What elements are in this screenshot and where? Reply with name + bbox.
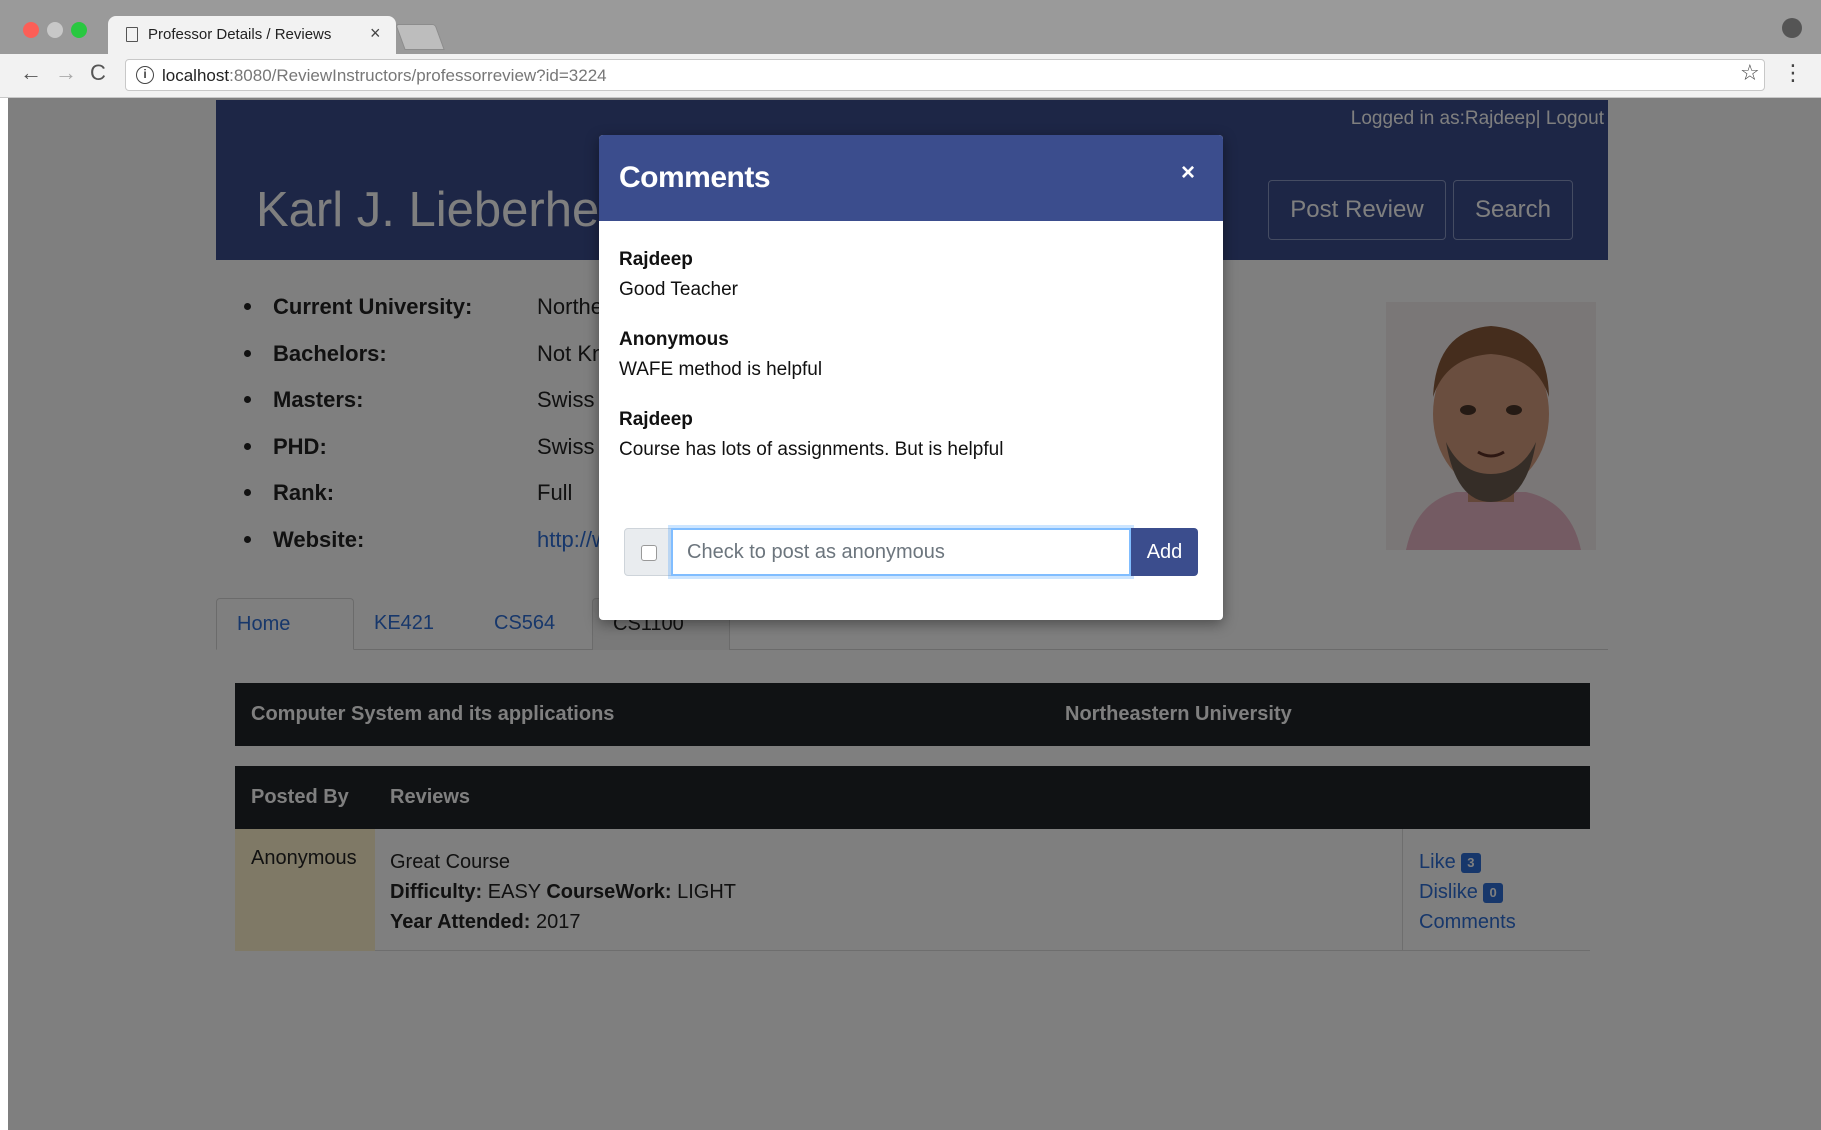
page-icon (126, 27, 138, 42)
browser-titlebar: Professor Details / Reviews × (0, 0, 1821, 54)
profile-icon[interactable] (1782, 18, 1802, 38)
bookmark-star-icon[interactable]: ☆ (1740, 60, 1760, 86)
add-comment-button[interactable]: Add (1131, 528, 1198, 576)
anonymous-checkbox[interactable] (641, 545, 657, 561)
comment-list: Rajdeep Good Teacher Anonymous WAFE meth… (619, 245, 1003, 485)
comment-text: Course has lots of assignments. But is h… (619, 439, 1004, 460)
comment-item: Rajdeep Course has lots of assignments. … (619, 405, 1003, 485)
url-host: localhost (162, 66, 230, 85)
close-window-button[interactable] (23, 22, 39, 38)
modal-title: Comments (619, 161, 771, 194)
forward-icon[interactable]: → (55, 60, 77, 86)
anonymous-checkbox-wrapper (624, 528, 672, 576)
back-icon[interactable]: ← (20, 60, 42, 86)
tab-close-icon[interactable]: × (370, 23, 381, 44)
comment-item: Anonymous WAFE method is helpful (619, 325, 1003, 405)
comment-text: WAFE method is helpful (619, 359, 823, 380)
reload-icon[interactable]: C (90, 60, 106, 86)
add-comment-row: Add (624, 528, 1198, 576)
comment-input[interactable] (671, 528, 1131, 576)
browser-chrome: Professor Details / Reviews × ← → C i lo… (0, 0, 1821, 98)
browser-toolbar: ← → C i localhost:8080/ReviewInstructors… (0, 54, 1821, 98)
modal-header: Comments × (599, 135, 1223, 221)
maximize-window-button[interactable] (71, 22, 87, 38)
comment-author: Anonymous (619, 329, 729, 350)
address-bar[interactable]: i localhost:8080/ReviewInstructors/profe… (125, 59, 1765, 91)
comments-modal: Comments × Rajdeep Good Teacher Anonymou… (599, 135, 1223, 620)
url-path: :8080/ReviewInstructors/professorreview?… (229, 66, 607, 85)
tab-title: Professor Details / Reviews (148, 26, 332, 43)
minimize-window-button[interactable] (47, 22, 63, 38)
info-icon[interactable]: i (136, 66, 154, 84)
comment-author: Rajdeep (619, 249, 693, 270)
comment-author: Rajdeep (619, 409, 693, 430)
comment-text: Good Teacher (619, 279, 739, 300)
browser-tab[interactable]: Professor Details / Reviews × (108, 16, 396, 54)
close-icon[interactable]: × (1181, 159, 1195, 187)
comment-item: Rajdeep Good Teacher (619, 245, 1003, 325)
url-text[interactable]: localhost:8080/ReviewInstructors/profess… (162, 66, 607, 86)
browser-menu-icon[interactable]: ⋮ (1782, 60, 1804, 86)
new-tab-button[interactable] (395, 24, 445, 50)
